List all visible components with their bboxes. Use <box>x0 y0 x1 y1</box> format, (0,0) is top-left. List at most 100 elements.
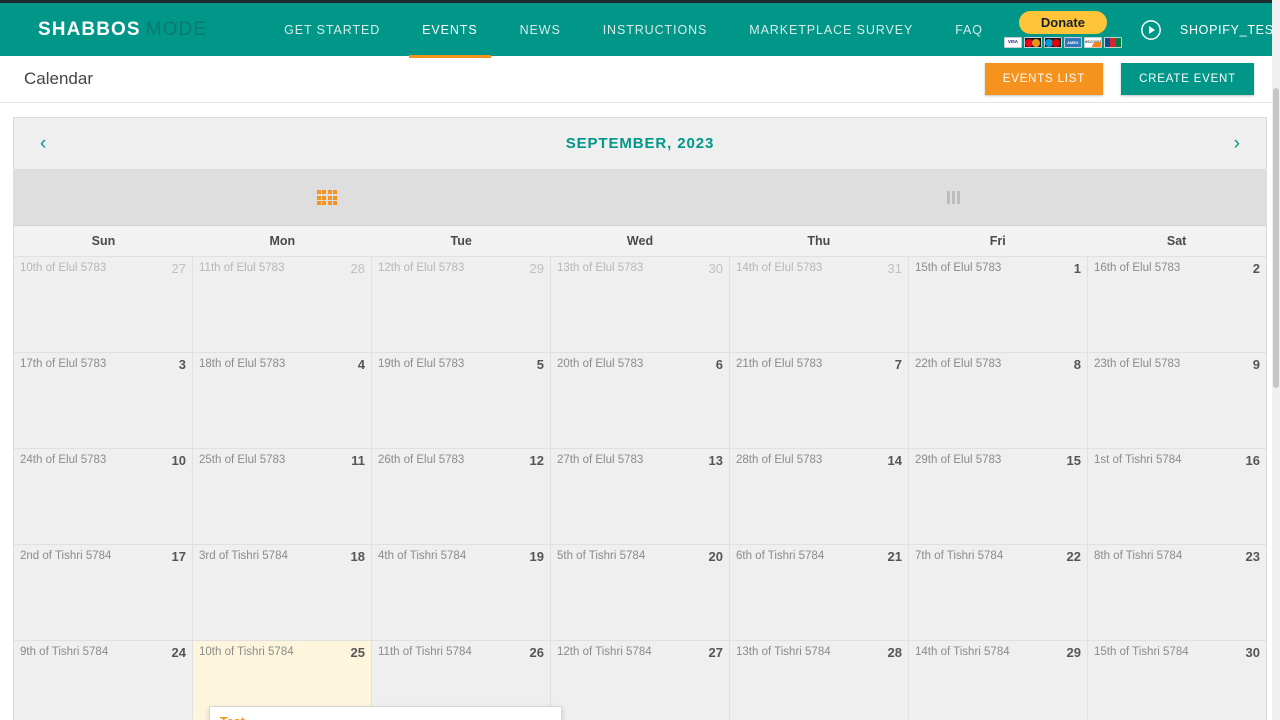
paypal-donate-block[interactable]: Donate VISA AMEX DISCOVER <box>1004 11 1122 48</box>
nav-link-get-started[interactable]: GET STARTED <box>263 2 401 58</box>
day-number: 16 <box>1246 453 1260 468</box>
create-event-button[interactable]: CREATE EVENT <box>1121 63 1254 95</box>
calendar-week-row: 2nd of Tishri 5784173rd of Tishri 578418… <box>14 545 1266 641</box>
calendar-day-cell[interactable]: 24th of Elul 578310 <box>14 449 193 544</box>
calendar-day-cell[interactable]: 29th of Elul 578315 <box>909 449 1088 544</box>
day-number: 27 <box>709 645 723 660</box>
calendar-day-cell[interactable]: 7th of Tishri 578422 <box>909 545 1088 640</box>
hebrew-date-label: 7th of Tishri 5784 <box>915 550 1081 562</box>
hebrew-date-label: 1st of Tishri 5784 <box>1094 454 1260 466</box>
page-scrollbar[interactable] <box>1272 0 1280 720</box>
calendar-day-cell[interactable]: 5th of Tishri 578420 <box>551 545 730 640</box>
calendar-day-cell[interactable]: 14th of Elul 578331 <box>730 257 909 352</box>
day-number: 4 <box>358 357 365 372</box>
calendar-month-navigation: ‹ SEPTEMBER, 2023 › <box>14 118 1266 170</box>
calendar-day-cell[interactable]: 1st of Tishri 578416 <box>1088 449 1266 544</box>
calendar-view-toggle-bar <box>14 170 1266 226</box>
page-header: Calendar EVENTS LIST CREATE EVENT <box>0 56 1280 103</box>
calendar-day-cell[interactable]: 13th of Tishri 578428 <box>730 641 909 720</box>
calendar-day-cell[interactable]: 2nd of Tishri 578417 <box>14 545 193 640</box>
donate-button[interactable]: Donate <box>1019 11 1107 34</box>
calendar-day-cell[interactable]: 8th of Tishri 578423 <box>1088 545 1266 640</box>
hebrew-date-label: 16th of Elul 5783 <box>1094 262 1260 274</box>
hebrew-date-label: 23th of Elul 5783 <box>1094 358 1260 370</box>
day-number: 9 <box>1253 357 1260 372</box>
calendar-day-cell[interactable]: 12th of Elul 578329 <box>372 257 551 352</box>
calendar-day-cell[interactable]: 21th of Elul 57837 <box>730 353 909 448</box>
calendar-day-cell[interactable]: 23th of Elul 57839 <box>1088 353 1266 448</box>
calendar-day-cell[interactable]: 15th of Tishri 578430 <box>1088 641 1266 720</box>
hebrew-date-label: 12th of Tishri 5784 <box>557 646 723 658</box>
calendar-day-cell[interactable]: 12th of Tishri 578427 <box>551 641 730 720</box>
calendar-day-cell[interactable]: 4th of Tishri 578419 <box>372 545 551 640</box>
nav-link-faq[interactable]: FAQ <box>934 2 1004 58</box>
calendar-day-cell[interactable]: 25th of Elul 578311 <box>193 449 372 544</box>
accepted-cards-row: VISA AMEX DISCOVER <box>1004 37 1122 48</box>
nav-link-instructions[interactable]: INSTRUCTIONS <box>582 2 729 58</box>
hebrew-date-label: 13th of Tishri 5784 <box>736 646 902 658</box>
calendar-day-cell[interactable]: 11th of Elul 578328 <box>193 257 372 352</box>
day-number: 30 <box>1246 645 1260 660</box>
day-number: 30 <box>709 261 723 276</box>
day-number: 13 <box>709 453 723 468</box>
calendar-month-title: SEPTEMBER, 2023 <box>60 135 1220 152</box>
day-number: 12 <box>530 453 544 468</box>
calendar-day-cell[interactable]: 19th of Elul 57835 <box>372 353 551 448</box>
previous-month-button[interactable]: ‹ <box>40 134 60 153</box>
visa-card-icon: VISA <box>1004 37 1022 48</box>
day-number: 28 <box>351 261 365 276</box>
hebrew-date-label: 21th of Elul 5783 <box>736 358 902 370</box>
calendar-day-cell[interactable]: 14th of Tishri 578429 <box>909 641 1088 720</box>
calendar-day-cell[interactable]: 17th of Elul 57833 <box>14 353 193 448</box>
calendar-day-cell[interactable]: 9th of Tishri 578424 <box>14 641 193 720</box>
weekday-wed: Wed <box>551 226 730 256</box>
hebrew-date-label: 15th of Tishri 5784 <box>1094 646 1260 658</box>
hebrew-date-label: 4th of Tishri 5784 <box>378 550 544 562</box>
nav-link-marketplace-survey[interactable]: MARKETPLACE SURVEY <box>728 2 934 58</box>
month-view-toggle[interactable] <box>14 170 640 225</box>
calendar-day-cell[interactable]: 18th of Elul 57834 <box>193 353 372 448</box>
hebrew-date-label: 2nd of Tishri 5784 <box>20 550 186 562</box>
hebrew-date-label: 8th of Tishri 5784 <box>1094 550 1260 562</box>
hebrew-date-label: 9th of Tishri 5784 <box>20 646 186 658</box>
weekday-mon: Mon <box>193 226 372 256</box>
events-list-button[interactable]: EVENTS LIST <box>985 63 1103 95</box>
calendar-day-cell[interactable]: 20th of Elul 57836 <box>551 353 730 448</box>
page-header-actions: EVENTS LIST CREATE EVENT <box>985 63 1254 95</box>
user-account-menu[interactable]: SHOPIFY_TEST_USER <box>1180 23 1280 37</box>
day-number: 8 <box>1074 357 1081 372</box>
calendar-day-cell[interactable]: 22th of Elul 57838 <box>909 353 1088 448</box>
event-popup-card[interactable]: Test 18 / 12:13 pm - 19 / 12:13 pm shopi… <box>209 706 562 720</box>
hebrew-date-label: 14th of Elul 5783 <box>736 262 902 274</box>
hebrew-date-label: 25th of Elul 5783 <box>199 454 365 466</box>
calendar-weeks: 10th of Elul 57832711th of Elul 57832812… <box>14 257 1266 720</box>
hebrew-date-label: 14th of Tishri 5784 <box>915 646 1081 658</box>
day-number: 18 <box>351 549 365 564</box>
brand-logo[interactable]: SHABBOSMODE <box>38 19 207 41</box>
calendar-day-cell[interactable]: 13th of Elul 578330 <box>551 257 730 352</box>
calendar-day-cell[interactable]: 26th of Elul 578312 <box>372 449 551 544</box>
weekday-thu: Thu <box>729 226 908 256</box>
week-view-toggle[interactable] <box>640 170 1266 225</box>
day-number: 22 <box>1067 549 1081 564</box>
day-number: 7 <box>895 357 902 372</box>
nav-right-group: Donate VISA AMEX DISCOVER SHOPIFY_TEST_U… <box>1004 11 1280 48</box>
next-month-button[interactable]: › <box>1220 134 1240 153</box>
nav-link-events[interactable]: EVENTS <box>401 2 498 58</box>
calendar-day-cell[interactable]: 16th of Elul 57832 <box>1088 257 1266 352</box>
discover-card-icon: DISCOVER <box>1084 37 1102 48</box>
hebrew-date-label: 20th of Elul 5783 <box>557 358 723 370</box>
calendar-day-cell[interactable]: 6th of Tishri 578421 <box>730 545 909 640</box>
calendar-day-cell[interactable]: 10th of Elul 578327 <box>14 257 193 352</box>
nav-link-news[interactable]: NEWS <box>499 2 582 58</box>
hebrew-date-label: 28th of Elul 5783 <box>736 454 902 466</box>
calendar-day-cell[interactable]: 15th of Elul 57831 <box>909 257 1088 352</box>
play-circle-icon[interactable] <box>1140 19 1162 41</box>
top-navigation-bar: SHABBOSMODE GET STARTED EVENTS NEWS INST… <box>0 0 1280 56</box>
hebrew-date-label: 5th of Tishri 5784 <box>557 550 723 562</box>
event-title: Test <box>220 715 551 720</box>
calendar-day-cell[interactable]: 27th of Elul 578313 <box>551 449 730 544</box>
calendar-day-cell[interactable]: 3rd of Tishri 578418 <box>193 545 372 640</box>
scrollbar-thumb[interactable] <box>1273 88 1279 388</box>
calendar-day-cell[interactable]: 28th of Elul 578314 <box>730 449 909 544</box>
